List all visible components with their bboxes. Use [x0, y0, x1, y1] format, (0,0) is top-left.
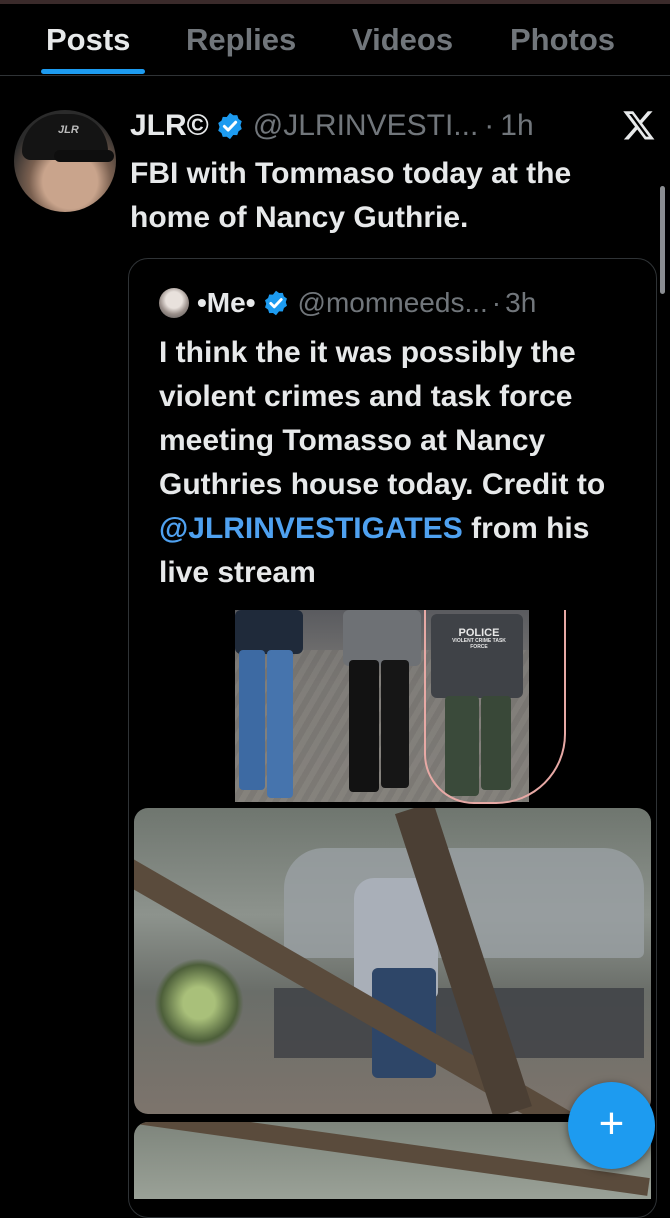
verified-badge-icon [218, 112, 242, 140]
author-name[interactable]: JLR© [130, 109, 209, 143]
quoted-text: I think the it was possibly the violent … [159, 331, 639, 595]
highlight-circle [424, 610, 566, 804]
compose-button[interactable]: + [568, 1082, 655, 1169]
quoted-text-body: I think the it was possibly the violent … [159, 336, 606, 501]
person-1-torso [235, 610, 303, 654]
post-text: FBI with Tommaso today at the home of Na… [130, 157, 572, 234]
cactus-bloom [154, 958, 244, 1048]
active-tab-indicator [41, 69, 145, 74]
quoted-mention-link[interactable]: @JLRINVESTIGATES [159, 512, 463, 545]
quoted-time[interactable]: 3h [505, 287, 536, 319]
tab-replies[interactable]: Replies [186, 22, 296, 58]
quoted-author-name[interactable]: •Me• [197, 287, 256, 319]
plus-icon: + [598, 1099, 625, 1148]
tab-posts[interactable]: Posts [46, 22, 130, 58]
post-time[interactable]: 1h [500, 109, 533, 143]
quoted-avatar[interactable] [159, 288, 189, 318]
person-1-leg [267, 650, 293, 798]
author-avatar[interactable]: JLR [14, 110, 116, 212]
quoted-image-2[interactable] [134, 808, 651, 1114]
quoted-handle[interactable]: @momneeds... [298, 287, 488, 319]
post-header: JLR© @JLRINVESTI... · 1h [130, 106, 534, 146]
person-1-leg [239, 650, 265, 790]
tab-photos[interactable]: Photos [510, 22, 615, 58]
person-2-leg [381, 660, 409, 788]
scrollbar[interactable] [660, 186, 665, 294]
cap-logo: JLR [58, 124, 79, 136]
x-logo-icon[interactable] [622, 108, 656, 142]
dot-separator: · [484, 109, 495, 142]
author-handle[interactable]: @JLRINVESTI... [253, 109, 479, 143]
cap-brim [54, 150, 114, 162]
person-2-torso [343, 610, 421, 666]
quoted-dot-separator: · [491, 287, 502, 318]
person-2-leg [349, 660, 379, 792]
profile-tabs: Posts Replies Videos Photos [0, 0, 670, 76]
quoted-header: •Me• @momneeds... · 3h [159, 285, 536, 321]
tab-videos[interactable]: Videos [352, 22, 453, 58]
quoted-verified-badge-icon [264, 290, 287, 316]
